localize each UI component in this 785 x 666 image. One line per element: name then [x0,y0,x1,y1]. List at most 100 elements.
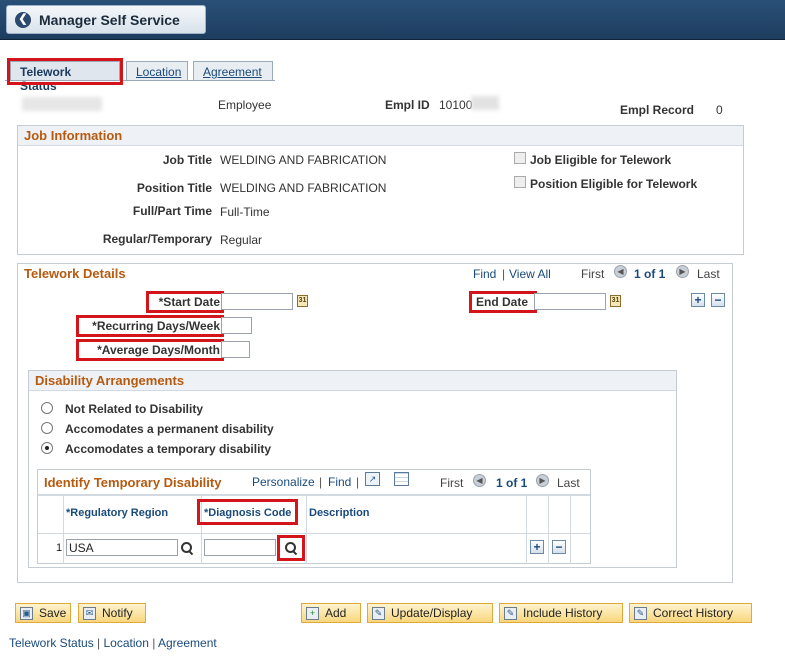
position-eligible-checkbox[interactable] [514,176,526,188]
col-diagnosis-code[interactable]: *Diagnosis Code [204,507,291,519]
grid-find-link[interactable]: Find [328,475,351,489]
chevron-left-icon: ❮ [15,11,31,28]
col-description: Description [309,507,370,519]
separator: | [319,475,323,489]
telework-first-label: First [581,267,605,281]
top-bar: ❮ Manager Self Service [0,0,785,40]
start-date-input[interactable] [221,293,293,310]
personalize-link[interactable]: Personalize [252,475,315,489]
grid-col-line [63,496,64,564]
average-days-input[interactable] [221,341,250,358]
search-icon[interactable] [180,541,194,555]
save-button[interactable]: ▣ Save [15,603,71,623]
notify-button-label: Notify [102,606,133,620]
save-button-label: Save [39,606,67,620]
empl-record-label: Empl Record [620,103,695,117]
separator: | [502,267,506,281]
telework-last-label: Last [697,267,720,281]
job-information-title: Job Information [18,126,743,146]
view-in-new-window-icon[interactable]: ↗ [365,472,380,486]
radio-not-related[interactable] [41,402,53,414]
job-eligible-checkbox[interactable] [514,152,526,164]
download-grid-icon[interactable] [394,472,409,486]
diagnosis-code-input[interactable] [204,539,276,556]
job-title-value: WELDING AND FABRICATION [220,153,387,167]
reg-temp-value: Regular [220,233,263,247]
tab-agreement[interactable]: Agreement [193,61,273,81]
empl-record-value: 0 [716,103,723,117]
delete-row-button[interactable]: − [711,293,725,307]
reg-temp-label: Regular/Temporary [102,232,212,246]
tab-telework-status[interactable]: Telework Status [10,61,120,93]
grid-count: 1 of 1 [496,476,528,490]
col-regulatory-region[interactable]: *Regulatory Region [66,507,168,519]
history-icon: ✎ [504,606,517,620]
empl-id-redacted [471,96,499,110]
employee-type: Employee [218,98,272,112]
footer-link-telework-status[interactable]: Telework Status [9,636,94,650]
grid-divider [38,533,590,534]
option-permanent: Accomodates a permanent disability [65,422,274,436]
add-row-button[interactable]: + [530,540,544,554]
full-part-value: Full-Time [220,205,270,219]
grid-col-line [570,496,571,564]
notify-icon: ✉ [83,606,96,620]
option-not-related: Not Related to Disability [65,402,204,416]
position-eligible-label: Position Eligible for Telework [530,177,698,191]
add-icon: + [306,606,319,620]
position-title-label: Position Title [136,181,212,195]
add-row-button[interactable]: + [691,293,705,307]
add-button-label: Add [325,606,347,620]
grid-first-label: First [440,476,464,490]
update-icon: ✎ [372,606,385,620]
grid-col-line [201,496,202,564]
disability-arrangements-title: Disability Arrangements [29,371,676,391]
position-title-value: WELDING AND FABRICATION [220,181,387,195]
save-icon: ▣ [20,606,33,620]
next-arrow-icon[interactable]: ▶ [676,265,689,278]
tab-underline [5,80,275,81]
footer-link-agreement[interactable]: Agreement [158,636,217,650]
recurring-days-label: *Recurring Days/Week [92,319,220,333]
start-date-label: *Start Date [158,295,220,309]
recurring-days-input[interactable] [221,317,252,334]
grid-divider [38,495,590,496]
job-title-label: Job Title [162,153,212,167]
footer-links: Telework Status | Location | Agreement [9,636,217,650]
include-history-label: Include History [523,606,603,620]
end-date-input[interactable] [534,293,606,310]
footer-link-location[interactable]: Location [104,636,149,650]
grid-col-line [526,496,527,564]
job-eligible-label: Job Eligible for Telework [530,153,672,167]
update-display-button[interactable]: ✎ Update/Display [367,603,493,623]
telework-count: 1 of 1 [634,267,666,281]
separator: | [356,475,360,489]
correct-history-button[interactable]: ✎ Correct History [629,603,752,623]
radio-temporary[interactable] [41,442,53,454]
correct-history-label: Correct History [653,606,734,620]
back-button[interactable]: ❮ Manager Self Service [6,5,206,34]
notify-button[interactable]: ✉ Notify [78,603,146,623]
search-icon[interactable] [284,541,298,555]
row-number: 1 [56,542,63,554]
telework-find-link[interactable]: Find [473,267,496,281]
tab-location[interactable]: Location [126,61,188,81]
regulatory-region-input[interactable] [66,539,178,556]
add-button[interactable]: + Add [301,603,361,623]
empl-id-label: Empl ID [385,98,430,112]
delete-row-button[interactable]: − [552,540,566,554]
full-part-label: Full/Part Time [132,204,212,218]
option-temporary: Accomodates a temporary disability [65,442,272,456]
empl-id-value: 10100 [439,98,473,112]
correct-history-icon: ✎ [634,606,647,620]
radio-permanent[interactable] [41,422,53,434]
calendar-icon[interactable]: 31 [297,295,308,307]
prev-arrow-icon[interactable]: ◀ [614,265,627,278]
average-days-label: *Average Days/Month [97,343,220,357]
prev-arrow-icon[interactable]: ◀ [473,474,486,487]
calendar-icon[interactable]: 31 [610,295,621,307]
include-history-button[interactable]: ✎ Include History [499,603,623,623]
telework-view-all-link[interactable]: View All [509,267,551,281]
next-arrow-icon[interactable]: ▶ [536,474,549,487]
back-label: Manager Self Service [39,11,180,28]
